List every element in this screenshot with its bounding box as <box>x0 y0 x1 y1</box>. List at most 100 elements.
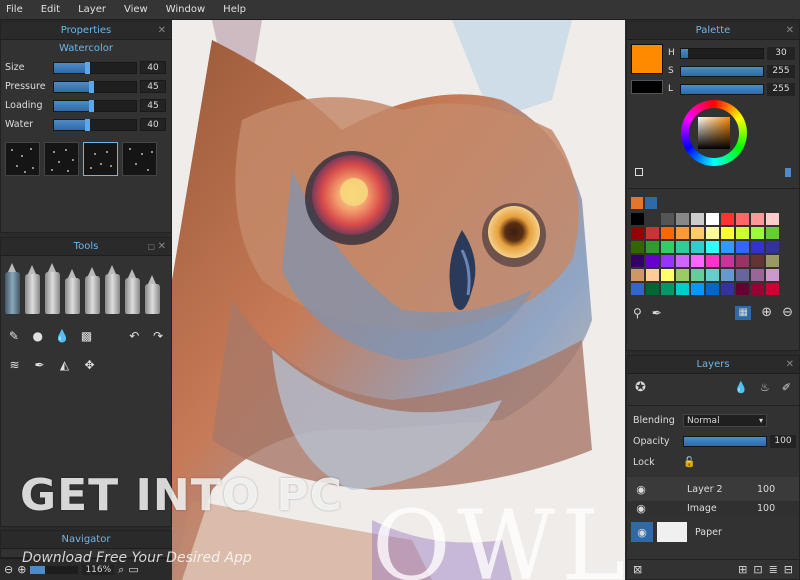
color-swatch[interactable] <box>691 269 704 281</box>
ink-pen-tool[interactable] <box>85 267 100 314</box>
close-icon[interactable]: ✕ <box>158 22 166 40</box>
wet-icon[interactable]: 💧 <box>734 381 748 394</box>
color-swatch[interactable] <box>661 213 674 225</box>
hue-slider[interactable] <box>680 47 764 59</box>
zoom-value[interactable]: 116% <box>82 564 115 575</box>
eyedropper-icon[interactable]: ✒ <box>32 357 47 372</box>
color-swatch[interactable] <box>661 283 674 295</box>
visibility-eye-icon[interactable]: ◉ <box>631 522 653 542</box>
color-swatch[interactable] <box>661 255 674 267</box>
close-icon[interactable]: ✕ <box>786 356 794 374</box>
blend-icon[interactable]: ● <box>31 328 45 343</box>
secondary-color-swatch[interactable] <box>631 80 663 94</box>
color-swatch[interactable] <box>736 227 749 239</box>
round-brush-tool[interactable] <box>45 263 60 314</box>
grid-view-icon[interactable]: ▦ <box>735 305 752 320</box>
color-swatch[interactable] <box>736 283 749 295</box>
visibility-eye-icon[interactable]: ◉ <box>633 481 649 497</box>
transform-icon[interactable]: ✥ <box>82 357 97 372</box>
color-swatch[interactable] <box>751 213 764 225</box>
add-layer-icon[interactable]: ⊞ <box>738 563 747 576</box>
color-swatch[interactable] <box>751 283 764 295</box>
watercolor-brush-tool[interactable] <box>5 263 20 314</box>
color-wheel[interactable] <box>681 100 747 166</box>
zoom-out-icon[interactable]: ⊖ <box>4 563 13 576</box>
color-swatch[interactable] <box>751 241 764 253</box>
color-swatch[interactable] <box>661 227 674 239</box>
color-swatch[interactable] <box>691 227 704 239</box>
swatch-grid[interactable] <box>627 213 799 295</box>
color-swatch[interactable] <box>721 269 734 281</box>
color-swatch[interactable] <box>721 283 734 295</box>
brush-settings-icon[interactable]: ✐ <box>782 381 791 394</box>
color-swatch[interactable] <box>691 213 704 225</box>
color-swatch[interactable] <box>766 255 779 267</box>
eraser-tool[interactable] <box>145 275 160 314</box>
color-swatch[interactable] <box>721 255 734 267</box>
pencil-tool[interactable] <box>65 269 80 314</box>
color-swatch[interactable] <box>721 227 734 239</box>
color-swatch[interactable] <box>631 283 644 295</box>
hue-value[interactable]: 30 <box>767 46 795 60</box>
opacity-value[interactable]: 100 <box>770 435 796 448</box>
brush-preset[interactable] <box>44 142 79 176</box>
color-swatch[interactable] <box>676 241 689 253</box>
lock-icon[interactable]: 🔓 <box>683 457 695 468</box>
opacity-slider[interactable] <box>683 436 767 447</box>
saturation-value[interactable]: 255 <box>767 64 795 78</box>
lightness-value[interactable]: 255 <box>767 82 795 96</box>
eyedropper-icon[interactable]: ✒ <box>652 306 662 320</box>
blending-select[interactable]: Normal ▾ <box>683 414 767 427</box>
loading-value[interactable]: 45 <box>140 99 166 112</box>
color-swatch[interactable] <box>631 227 644 239</box>
remove-layer-icon[interactable]: ⊟ <box>784 563 793 576</box>
flat-brush-tool[interactable] <box>25 265 40 314</box>
brush-preset-selected[interactable] <box>83 142 118 176</box>
add-icon[interactable]: ⊕ <box>761 305 772 320</box>
fill-icon[interactable]: ◭ <box>57 357 72 372</box>
delete-layer-icon[interactable]: ⊠ <box>633 563 642 576</box>
color-swatch[interactable] <box>661 241 674 253</box>
color-swatch[interactable] <box>646 227 659 239</box>
layer-item[interactable]: ◉ Image 100 <box>627 501 799 515</box>
color-swatch[interactable] <box>631 241 644 253</box>
color-swatch[interactable] <box>736 213 749 225</box>
color-swatch[interactable] <box>646 269 659 281</box>
menu-edit[interactable]: Edit <box>41 4 60 15</box>
color-swatch[interactable] <box>736 269 749 281</box>
color-swatch[interactable] <box>736 255 749 267</box>
recent-color-swatch[interactable] <box>645 197 657 209</box>
color-swatch[interactable] <box>631 269 644 281</box>
visibility-eye-icon[interactable]: ◉ <box>633 501 649 515</box>
color-swatch[interactable] <box>676 269 689 281</box>
color-swatch[interactable] <box>706 283 719 295</box>
color-swatch[interactable] <box>691 241 704 253</box>
brush-preset[interactable] <box>5 142 40 176</box>
color-swatch[interactable] <box>691 283 704 295</box>
color-swatch[interactable] <box>661 269 674 281</box>
color-swatch[interactable] <box>691 255 704 267</box>
menu-file[interactable]: File <box>6 4 23 15</box>
scroll-handle-icon[interactable] <box>785 168 791 177</box>
color-swatch[interactable] <box>766 213 779 225</box>
color-swatch[interactable] <box>766 283 779 295</box>
water-slider[interactable] <box>53 118 137 131</box>
pressure-slider[interactable] <box>53 80 137 93</box>
color-swatch[interactable] <box>631 255 644 267</box>
layer-effects-icon[interactable]: ✪ <box>635 380 646 395</box>
color-swatch[interactable] <box>646 213 659 225</box>
close-icon[interactable]: ✕ <box>158 238 166 256</box>
layer-item[interactable]: ◉ Layer 2 100 <box>627 477 799 501</box>
color-swatch[interactable] <box>706 227 719 239</box>
color-swatch[interactable] <box>766 227 779 239</box>
color-swatch[interactable] <box>646 241 659 253</box>
size-value[interactable]: 40 <box>140 61 166 74</box>
color-swatch[interactable] <box>706 241 719 253</box>
color-swatch[interactable] <box>706 255 719 267</box>
color-swatch[interactable] <box>751 255 764 267</box>
menu-layer[interactable]: Layer <box>78 4 106 15</box>
recent-color-swatch[interactable] <box>631 197 643 209</box>
color-swatch[interactable] <box>721 241 734 253</box>
pressure-value[interactable]: 45 <box>140 80 166 93</box>
zoom-slider[interactable] <box>30 565 79 574</box>
